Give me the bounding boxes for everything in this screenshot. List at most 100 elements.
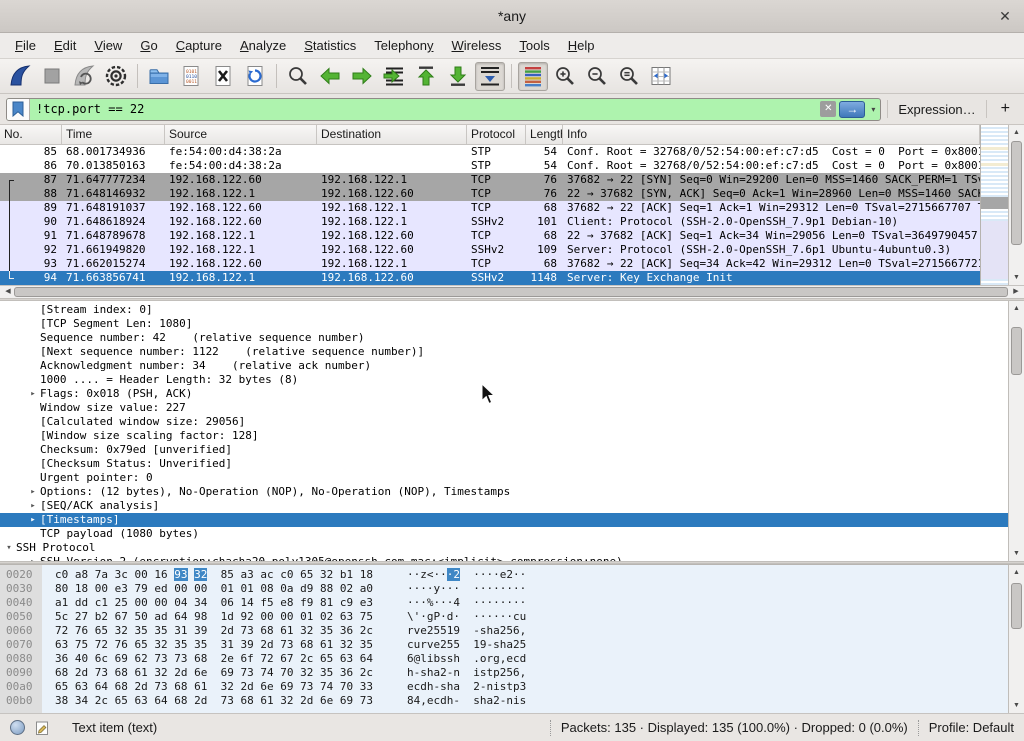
scroll-down-arrow-icon[interactable]: ▼	[1009, 699, 1024, 712]
hex-row-0020[interactable]: 0020c0 a8 7a 3c 00 16 93 32 85 a3 ac c0 …	[0, 568, 1008, 582]
details-vscrollbar[interactable]: ▲ ▼	[1008, 301, 1024, 561]
packet-row-87[interactable]: 8771.647777234192.168.122.60192.168.122.…	[0, 173, 980, 187]
resize-columns-button[interactable]	[646, 62, 676, 91]
detail-line[interactable]: Checksum: 0x79ed [unverified]	[0, 443, 1008, 457]
expander-icon[interactable]: ▸	[26, 499, 40, 513]
scroll-right-arrow-icon[interactable]: ▶	[1010, 286, 1022, 298]
go-forward-button[interactable]	[347, 62, 377, 91]
menu-telephony[interactable]: Telephony	[365, 35, 442, 56]
colorize-packets-button[interactable]	[518, 62, 548, 91]
capture-stop-button[interactable]	[37, 62, 67, 91]
column-header-source[interactable]: Source	[165, 125, 317, 144]
menu-capture[interactable]: Capture	[167, 35, 231, 56]
packet-row-92[interactable]: 9271.661949820192.168.122.1192.168.122.6…	[0, 243, 980, 257]
filter-add-button[interactable]: +	[993, 100, 1018, 118]
detail-line[interactable]: Acknowledgment number: 34 (relative ack …	[0, 359, 1008, 373]
hex-ascii[interactable]: ····y··· ········	[388, 582, 526, 596]
title-bar[interactable]: *any ✕	[0, 0, 1024, 33]
detail-line[interactable]: Urgent pointer: 0	[0, 471, 1008, 485]
menu-file[interactable]: File	[6, 35, 45, 56]
filter-clear-button[interactable]: ✕	[820, 101, 836, 117]
detail-line[interactable]: Sequence number: 42 (relative sequence n…	[0, 331, 1008, 345]
zoom-reset-button[interactable]	[614, 62, 644, 91]
packet-row-88[interactable]: 8871.648146932192.168.122.1192.168.122.6…	[0, 187, 980, 201]
column-header-protocol[interactable]: Protocol	[467, 125, 526, 144]
menu-analyze[interactable]: Analyze	[231, 35, 295, 56]
reload-file-button[interactable]	[240, 62, 270, 91]
hex-bytes[interactable]: c0 a8 7a 3c 00 16 93 32 85 a3 ac c0 65 3…	[42, 568, 388, 582]
hex-bytes[interactable]: 80 18 00 e3 79 ed 00 00 01 01 08 0a d9 8…	[42, 582, 388, 596]
hex-bytes[interactable]: 72 76 65 32 35 35 31 39 2d 73 68 61 32 3…	[42, 624, 388, 638]
bytes-vscrollbar[interactable]: ▲ ▼	[1008, 565, 1024, 713]
packet-row-94[interactable]: 9471.663856741192.168.122.1192.168.122.6…	[0, 271, 980, 285]
capture-comment-icon[interactable]	[35, 720, 50, 736]
go-first-button[interactable]	[411, 62, 441, 91]
menu-help[interactable]: Help	[559, 35, 604, 56]
scrollbar-thumb[interactable]	[1011, 583, 1022, 629]
capture-start-button[interactable]	[5, 62, 35, 91]
hex-dump[interactable]: 0020c0 a8 7a 3c 00 16 93 32 85 a3 ac c0 …	[0, 565, 1008, 713]
open-file-button[interactable]	[144, 62, 174, 91]
expander-icon[interactable]: ▸	[26, 387, 40, 401]
hex-row-0060[interactable]: 006072 76 65 32 35 35 31 39 2d 73 68 61 …	[0, 624, 1008, 638]
packet-row-90[interactable]: 9071.648618924192.168.122.60192.168.122.…	[0, 215, 980, 229]
auto-scroll-button[interactable]	[475, 62, 505, 91]
menu-go[interactable]: Go	[131, 35, 166, 56]
filter-apply-button[interactable]: →	[839, 101, 865, 118]
detail-line[interactable]: TCP payload (1080 bytes)	[0, 527, 1008, 541]
hex-row-0090[interactable]: 009068 2d 73 68 61 32 2d 6e 69 73 74 70 …	[0, 666, 1008, 680]
hex-ascii[interactable]: ecdh-sha 2-nistp3	[388, 680, 526, 694]
menu-edit[interactable]: Edit	[45, 35, 85, 56]
hex-ascii[interactable]: 6@libssh .org,ecd	[388, 652, 526, 666]
detail-line[interactable]: Window size value: 227	[0, 401, 1008, 415]
hex-row-00a0[interactable]: 00a065 63 64 68 2d 73 68 61 32 2d 6e 69 …	[0, 680, 1008, 694]
capture-restart-button[interactable]	[69, 62, 99, 91]
scroll-up-arrow-icon[interactable]: ▲	[1009, 302, 1024, 315]
expander-icon[interactable]: ▾	[2, 541, 16, 555]
window-close-button[interactable]: ✕	[996, 7, 1014, 25]
detail-line[interactable]: ▸Flags: 0x018 (PSH, ACK)	[0, 387, 1008, 401]
scroll-down-arrow-icon[interactable]: ▼	[1009, 271, 1024, 284]
go-last-button[interactable]	[443, 62, 473, 91]
scrollbar-thumb[interactable]	[1011, 327, 1022, 375]
go-back-button[interactable]	[315, 62, 345, 91]
hex-bytes[interactable]: 65 63 64 68 2d 73 68 61 32 2d 6e 69 73 7…	[42, 680, 388, 694]
packet-row-93[interactable]: 9371.662015274192.168.122.60192.168.122.…	[0, 257, 980, 271]
expert-info-icon[interactable]	[10, 720, 25, 735]
go-to-packet-button[interactable]	[379, 62, 409, 91]
display-filter-field[interactable]: !tcp.port == 22 ✕ → ▾	[6, 98, 881, 121]
status-profile[interactable]: Profile: Default	[929, 720, 1014, 735]
close-file-button[interactable]	[208, 62, 238, 91]
scrollbar-thumb[interactable]	[1011, 141, 1022, 245]
zoom-out-button[interactable]	[582, 62, 612, 91]
hex-ascii[interactable]: 84,ecdh- sha2-nis	[388, 694, 526, 708]
scrollbar-thumb[interactable]	[14, 287, 1008, 297]
hex-ascii[interactable]: h-sha2-n istp256,	[388, 666, 526, 680]
filter-bookmark-button[interactable]	[7, 99, 30, 120]
filter-dropdown-caret[interactable]: ▾	[866, 105, 880, 114]
packet-list-header[interactable]: No.TimeSourceDestinationProtocolLengthIn…	[0, 125, 980, 145]
filter-input[interactable]: !tcp.port == 22	[30, 99, 820, 120]
hex-row-0050[interactable]: 00505c 27 b2 67 50 ad 64 98 1d 92 00 00 …	[0, 610, 1008, 624]
menu-tools[interactable]: Tools	[510, 35, 558, 56]
column-header-no[interactable]: No.	[0, 125, 62, 144]
hex-row-0070[interactable]: 007063 75 72 76 65 32 35 35 31 39 2d 73 …	[0, 638, 1008, 652]
menu-statistics[interactable]: Statistics	[295, 35, 365, 56]
column-header-time[interactable]: Time	[62, 125, 165, 144]
menu-wireless[interactable]: Wireless	[443, 35, 511, 56]
menu-view[interactable]: View	[85, 35, 131, 56]
expander-icon[interactable]: ▸	[26, 513, 40, 527]
hex-bytes[interactable]: 68 2d 73 68 61 32 2d 6e 69 73 74 70 32 3…	[42, 666, 388, 680]
packet-row-89[interactable]: 8971.648191037192.168.122.60192.168.122.…	[0, 201, 980, 215]
scroll-up-arrow-icon[interactable]: ▲	[1009, 566, 1024, 579]
packet-row-91[interactable]: 9171.648789678192.168.122.1192.168.122.6…	[0, 229, 980, 243]
hex-ascii[interactable]: ···%···4 ········	[388, 596, 526, 610]
hex-row-0080[interactable]: 008036 40 6c 69 62 73 73 68 2e 6f 72 67 …	[0, 652, 1008, 666]
expander-icon[interactable]: ▸	[26, 485, 40, 499]
detail-line[interactable]: [Calculated window size: 29056]	[0, 415, 1008, 429]
detail-line[interactable]: ▸[Timestamps]	[0, 513, 1008, 527]
zoom-in-button[interactable]	[550, 62, 580, 91]
detail-line[interactable]: [Window size scaling factor: 128]	[0, 429, 1008, 443]
hex-bytes[interactable]: a1 dd c1 25 00 00 04 34 06 14 f5 e8 f9 8…	[42, 596, 388, 610]
expression-button[interactable]: Expression…	[894, 102, 979, 117]
